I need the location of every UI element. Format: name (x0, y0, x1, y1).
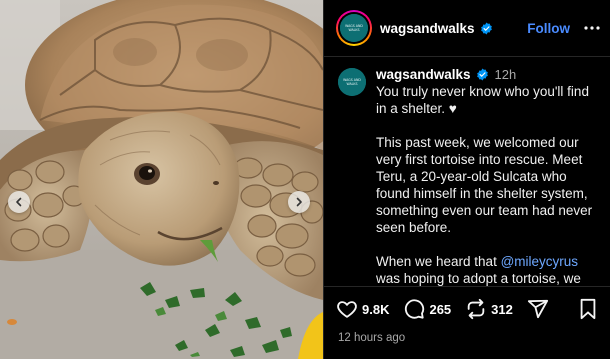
share-icon (527, 299, 548, 319)
repost-icon (467, 298, 485, 320)
wagsandwalks-logo: WAGS AND WALKS (340, 14, 368, 42)
verified-badge-icon (480, 22, 493, 35)
svg-text:WALKS: WALKS (348, 28, 359, 32)
caption-username[interactable]: wagsandwalks (376, 67, 471, 82)
author-avatar-ring[interactable]: WAGS AND WALKS (336, 10, 372, 46)
author-username[interactable]: wagsandwalks (380, 21, 475, 36)
mention-link[interactable]: @mileycyrus (501, 254, 578, 269)
svg-text:WALKS: WALKS (346, 82, 357, 86)
tortoise-photo (0, 0, 323, 359)
like-count[interactable]: 9.8K (362, 302, 389, 317)
bookmark-icon (580, 298, 596, 320)
chevron-right-icon (296, 197, 302, 207)
caption-text: You truly never know who you'll find in … (376, 83, 598, 286)
post-photo[interactable] (0, 0, 323, 359)
repost-button[interactable]: 312 (465, 298, 513, 320)
comment-icon (405, 299, 425, 319)
caption-area[interactable]: WAGS AND WALKS wagsandwalks 12h You trul… (324, 57, 610, 286)
save-button[interactable] (578, 298, 598, 320)
follow-button[interactable]: Follow (527, 21, 570, 36)
chevron-left-icon (16, 197, 22, 207)
caption-paragraph: You truly never know who you'll find in … (376, 84, 589, 116)
comment-count[interactable]: 265 (429, 302, 451, 317)
heart-icon (337, 301, 357, 318)
post-timestamp[interactable]: 12 hours ago (338, 332, 598, 344)
post-header: WAGS AND WALKS wagsandwalks Follow (324, 0, 610, 57)
verified-badge-icon (476, 68, 489, 81)
caption-time[interactable]: 12h (495, 67, 517, 82)
more-options-button[interactable] (584, 26, 600, 30)
caption-paragraph: This past week, we welcomed our very fir… (376, 135, 593, 235)
carousel-prev-button[interactable] (8, 191, 30, 213)
caption-avatar[interactable]: WAGS AND WALKS (338, 68, 366, 96)
repost-count[interactable]: 312 (491, 302, 513, 317)
share-button[interactable] (527, 298, 549, 320)
wagsandwalks-logo: WAGS AND WALKS (338, 68, 366, 96)
post-panel: WAGS AND WALKS wagsandwalks Follow WAGS … (323, 0, 610, 359)
comment-button[interactable]: 265 (403, 298, 451, 320)
caption-paragraph: When we heard that @mileycyrus was hopin… (376, 253, 598, 286)
caption-text-rest: was hoping to adopt a tortoise, we knew … (376, 271, 581, 286)
caption-text-prefix: When we heard that (376, 254, 501, 269)
action-bar: 9.8K 265 312 12 hours ago (324, 286, 610, 359)
like-button[interactable]: 9.8K (336, 298, 389, 320)
author-avatar[interactable]: WAGS AND WALKS (340, 14, 368, 42)
carousel-next-button[interactable] (288, 191, 310, 213)
more-options-icon (584, 26, 600, 30)
